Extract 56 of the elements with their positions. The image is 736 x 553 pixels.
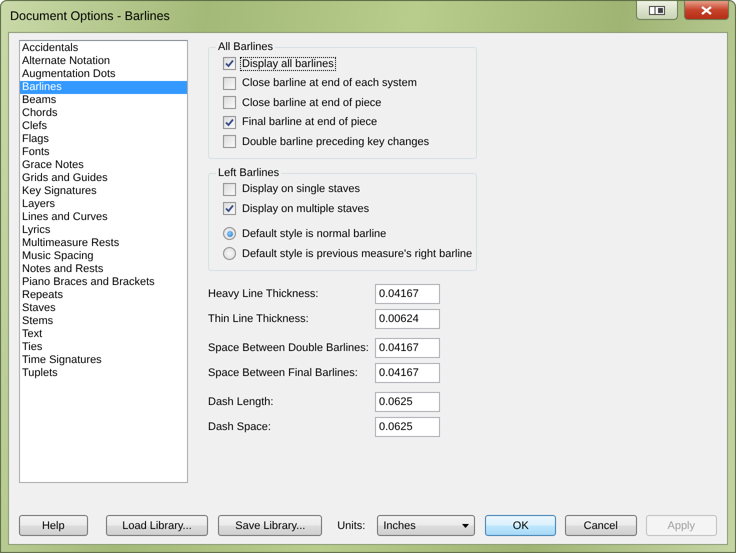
dialog-button[interactable]: Help <box>19 515 88 536</box>
category-item[interactable]: Lyrics <box>20 224 187 237</box>
option-label: Close barline at end of each system <box>241 76 418 90</box>
category-item[interactable]: Augmentation Dots <box>20 68 187 81</box>
category-item[interactable]: Fonts <box>20 146 187 159</box>
category-item[interactable]: Key Signatures <box>20 185 187 198</box>
category-item[interactable]: Staves <box>20 302 187 315</box>
category-item[interactable]: Grace Notes <box>20 159 187 172</box>
option-label: Display all barlines <box>240 56 336 71</box>
category-item[interactable]: Repeats <box>20 289 187 302</box>
option-label: Default style is normal barline <box>241 226 388 240</box>
category-item[interactable]: Grids and Guides <box>20 172 187 185</box>
field-label: Dash Space: <box>208 420 272 432</box>
category-item[interactable]: Clefs <box>20 120 187 133</box>
dialog-button[interactable]: Load Library... <box>106 515 208 536</box>
category-item[interactable]: Lines and Curves <box>20 211 187 224</box>
category-item[interactable]: Ties <box>20 341 187 354</box>
category-item[interactable]: Layers <box>20 198 187 211</box>
option-label: Final barline at end of piece <box>241 115 378 130</box>
category-item[interactable]: Tuplets <box>20 367 187 380</box>
input-field[interactable]: 0.04167 <box>375 284 440 304</box>
field-label: Thin Line Thickness: <box>208 312 310 324</box>
input-field[interactable]: 0.04167 <box>375 362 440 382</box>
category-item[interactable]: Beams <box>20 94 187 107</box>
category-item[interactable]: Flags <box>20 133 187 146</box>
option-label: Display on multiple staves <box>241 202 370 216</box>
category-item[interactable]: Notes and Rests <box>20 263 187 276</box>
category-item[interactable]: Piano Braces and Brackets <box>20 276 187 289</box>
category-item[interactable]: Time Signatures <box>20 354 187 367</box>
input-field[interactable]: 0.0625 <box>375 416 440 436</box>
option-label: Double barline preceding key changes <box>241 134 430 149</box>
category-item[interactable]: Accidentals <box>20 42 187 55</box>
dialog-button[interactable]: Cancel <box>565 515 636 536</box>
field-label: Space Between Double Barlines: <box>208 342 370 354</box>
category-item[interactable]: Chords <box>20 107 187 120</box>
option-label: Default style is previous measure's right barline <box>241 246 474 260</box>
input-field[interactable]: 0.0625 <box>375 392 440 412</box>
group-title: All Barlines <box>216 41 276 53</box>
dialog-button[interactable]: OK <box>485 515 556 536</box>
category-item[interactable]: Stems <box>20 315 187 328</box>
option-label: Display on single staves <box>241 182 362 196</box>
category-item[interactable]: Music Spacing <box>20 250 187 263</box>
category-item[interactable]: Text <box>20 328 187 341</box>
units-label: Units: <box>337 520 366 532</box>
group-title: Left Barlines <box>216 166 282 178</box>
field-label: Space Between Final Barlines: <box>208 366 359 378</box>
input-field[interactable]: 0.04167 <box>375 338 440 358</box>
option-label: Close barline at end of piece <box>241 96 382 110</box>
field-label: Heavy Line Thickness: <box>208 288 320 300</box>
input-field[interactable]: 0.00624 <box>375 308 440 328</box>
field-label: Dash Length: <box>208 396 274 408</box>
category-item[interactable]: Multimeasure Rests <box>20 237 187 250</box>
units-dropdown[interactable]: Inches <box>377 515 476 536</box>
window-title: Document Options - Barlines <box>10 9 170 23</box>
category-item[interactable]: Alternate Notation <box>20 55 187 68</box>
dialog-button[interactable]: Save Library... <box>218 515 322 536</box>
